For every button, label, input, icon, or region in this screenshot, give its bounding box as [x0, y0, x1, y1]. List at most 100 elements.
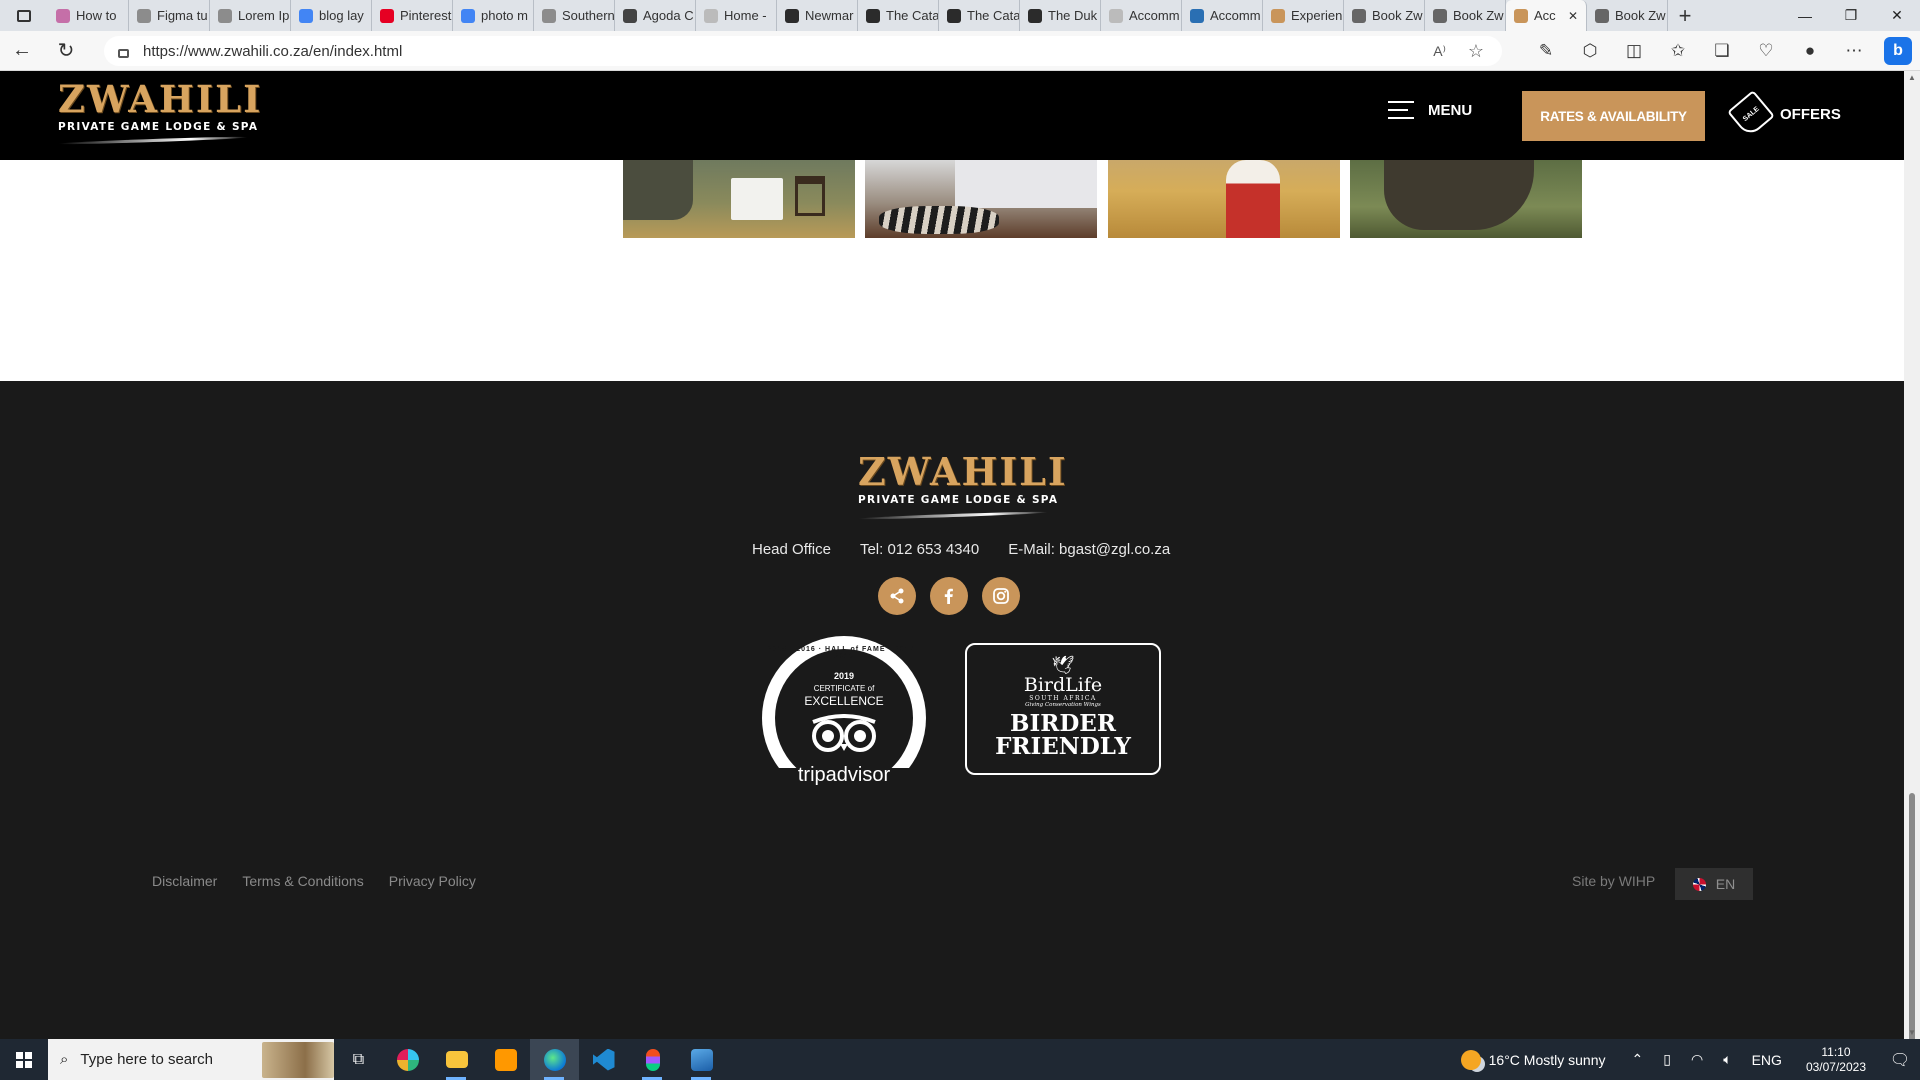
- terms-conditions-link[interactable]: Terms & Conditions: [242, 873, 363, 889]
- browser-tab-active[interactable]: Acc ✕: [1506, 0, 1587, 31]
- taskbar-search-box[interactable]: ⌕ Type here to search: [48, 1039, 334, 1080]
- browser-tab[interactable]: Lorem Ip: [210, 0, 291, 31]
- extension-pen-icon[interactable]: ✎: [1524, 41, 1568, 61]
- facebook-icon: [944, 588, 953, 604]
- site-credit-link[interactable]: Site by WIHP: [1572, 873, 1655, 889]
- instagram-button[interactable]: [982, 577, 1020, 615]
- disclaimer-link[interactable]: Disclaimer: [152, 873, 217, 889]
- refresh-button[interactable]: ↻: [44, 38, 88, 63]
- gallery-image-bedroom[interactable]: [865, 160, 1097, 238]
- birdlife-title: BirdLife: [1023, 674, 1103, 696]
- site-footer: ZWAHILI PRIVATE GAME LODGE & SPA Head Of…: [0, 381, 1904, 1039]
- share-button[interactable]: [878, 577, 916, 615]
- taskbar-slack[interactable]: [383, 1039, 432, 1080]
- offers-button[interactable]: SALE OFFERS: [1727, 90, 1841, 138]
- browser-tab[interactable]: Book Zw: [1344, 0, 1425, 31]
- browser-tab[interactable]: The Duk: [1020, 0, 1101, 31]
- gallery-image-bush-dining[interactable]: [623, 160, 855, 238]
- browser-tab[interactable]: Home -: [696, 0, 777, 31]
- task-view-icon: ⧉: [352, 1050, 365, 1068]
- rates-availability-button[interactable]: RATES & AVAILABILITY: [1522, 91, 1705, 141]
- profile-avatar-icon[interactable]: ●: [1788, 41, 1832, 61]
- clock[interactable]: 11:10 03/07/2023: [1792, 1045, 1880, 1075]
- page-viewport: ZWAHILI PRIVATE GAME LODGE & SPA MENU RA…: [0, 71, 1904, 1039]
- facebook-button[interactable]: [930, 577, 968, 615]
- language-selector[interactable]: EN: [1675, 868, 1753, 900]
- show-hidden-icons-chevron-icon[interactable]: ⌃: [1622, 1051, 1654, 1068]
- restore-button[interactable]: ❐: [1828, 0, 1874, 31]
- gallery-image-wildlife[interactable]: [1350, 160, 1582, 238]
- taskbar-edge[interactable]: [530, 1039, 579, 1080]
- browser-tab[interactable]: Newmar: [777, 0, 858, 31]
- language-label: EN: [1715, 876, 1736, 892]
- favorites-icon[interactable]: ✩: [1656, 41, 1700, 61]
- tab-favicon-icon: [299, 8, 313, 23]
- browser-essentials-icon[interactable]: ♡: [1744, 41, 1788, 61]
- taskbar-sublime-text[interactable]: [481, 1039, 530, 1080]
- collections-icon[interactable]: ❏: [1700, 41, 1744, 61]
- close-window-button[interactable]: ✕: [1874, 0, 1920, 31]
- birder-label: BIRDER: [1010, 710, 1116, 737]
- sublime-text-icon: [494, 1048, 517, 1071]
- telephone-link[interactable]: Tel: 012 653 4340: [860, 541, 979, 558]
- tab-favicon-icon: [542, 8, 556, 23]
- tab-favicon-icon: [1352, 8, 1366, 23]
- start-button[interactable]: [0, 1039, 48, 1080]
- scroll-up-arrow-icon[interactable]: ▲: [1908, 73, 1916, 82]
- browser-tab[interactable]: photo m: [453, 0, 534, 31]
- browser-tab[interactable]: Southern: [534, 0, 615, 31]
- taskbar-photos[interactable]: [677, 1039, 726, 1080]
- browser-tab[interactable]: How to: [48, 0, 129, 31]
- scroll-down-arrow-icon[interactable]: ▼: [1908, 1028, 1916, 1037]
- tab-favicon-icon: [1271, 8, 1285, 23]
- tab-title: Pinterest: [400, 8, 452, 23]
- wifi-icon[interactable]: ◠: [1681, 1051, 1713, 1068]
- split-screen-icon[interactable]: ◫: [1612, 41, 1656, 61]
- taskbar-file-explorer[interactable]: [432, 1039, 481, 1080]
- browser-tab[interactable]: blog lay: [291, 0, 372, 31]
- privacy-policy-link[interactable]: Privacy Policy: [389, 873, 476, 889]
- extensions-puzzle-icon[interactable]: ⬡: [1568, 41, 1612, 61]
- browser-tab[interactable]: The Cata: [858, 0, 939, 31]
- input-language[interactable]: ENG: [1742, 1052, 1792, 1068]
- bing-copilot-icon[interactable]: b: [1884, 37, 1912, 65]
- site-logo[interactable]: ZWAHILI PRIVATE GAME LODGE & SPA: [58, 79, 263, 146]
- tab-actions-button[interactable]: [0, 0, 48, 31]
- weather-widget[interactable]: 16°C Mostly sunny: [1460, 1049, 1622, 1070]
- taskbar-figma[interactable]: [628, 1039, 677, 1080]
- browser-tab[interactable]: Book Zw: [1587, 0, 1668, 31]
- url-text[interactable]: https://www.zwahili.co.za/en/index.html: [143, 43, 402, 60]
- legal-links: Disclaimer Terms & Conditions Privacy Po…: [152, 873, 476, 889]
- menu-button[interactable]: MENU: [1388, 101, 1472, 119]
- browser-tab[interactable]: Experien: [1263, 0, 1344, 31]
- address-bar[interactable]: https://www.zwahili.co.za/en/index.html …: [104, 36, 1502, 66]
- close-tab-icon[interactable]: ✕: [1568, 9, 1578, 23]
- friendly-label: FRIENDLY: [995, 733, 1131, 760]
- read-aloud-icon[interactable]: A⁾: [1433, 43, 1446, 60]
- browser-tab[interactable]: Book Zw: [1425, 0, 1506, 31]
- browser-tab[interactable]: Pinterest: [372, 0, 453, 31]
- notifications-icon[interactable]: 🗨︎: [1880, 1050, 1920, 1070]
- browser-extensions: ✎ ⬡ ◫ ✩ ❏ ♡ ● ⋯ b: [1524, 31, 1920, 71]
- browser-tab[interactable]: Agoda C: [615, 0, 696, 31]
- task-view-button[interactable]: ⧉: [334, 1039, 383, 1080]
- gallery-image-grassland-person[interactable]: [1108, 160, 1340, 238]
- page-scrollbar[interactable]: ▲ ▼: [1904, 71, 1920, 1080]
- back-button[interactable]: ←: [0, 39, 44, 62]
- device-icon[interactable]: ▯: [1653, 1051, 1681, 1068]
- settings-more-icon[interactable]: ⋯: [1832, 41, 1876, 61]
- tab-favicon-icon: [623, 8, 637, 23]
- tab-title: The Duk: [1048, 8, 1098, 23]
- volume-icon[interactable]: 🔈︎: [1713, 1051, 1741, 1068]
- site-header: ZWAHILI PRIVATE GAME LODGE & SPA MENU RA…: [0, 71, 1904, 160]
- favorite-star-icon[interactable]: ☆: [1468, 41, 1484, 62]
- browser-tab[interactable]: Accomm: [1101, 0, 1182, 31]
- head-office-label: Head Office: [752, 541, 831, 558]
- email-link[interactable]: E-Mail: bgast@zgl.co.za: [1008, 541, 1170, 558]
- minimize-button[interactable]: —: [1782, 0, 1828, 31]
- new-tab-button[interactable]: +: [1668, 3, 1702, 29]
- browser-tab[interactable]: The Cata: [939, 0, 1020, 31]
- taskbar-vscode[interactable]: [579, 1039, 628, 1080]
- browser-tab[interactable]: Accomm: [1182, 0, 1263, 31]
- browser-tab[interactable]: Figma tu: [129, 0, 210, 31]
